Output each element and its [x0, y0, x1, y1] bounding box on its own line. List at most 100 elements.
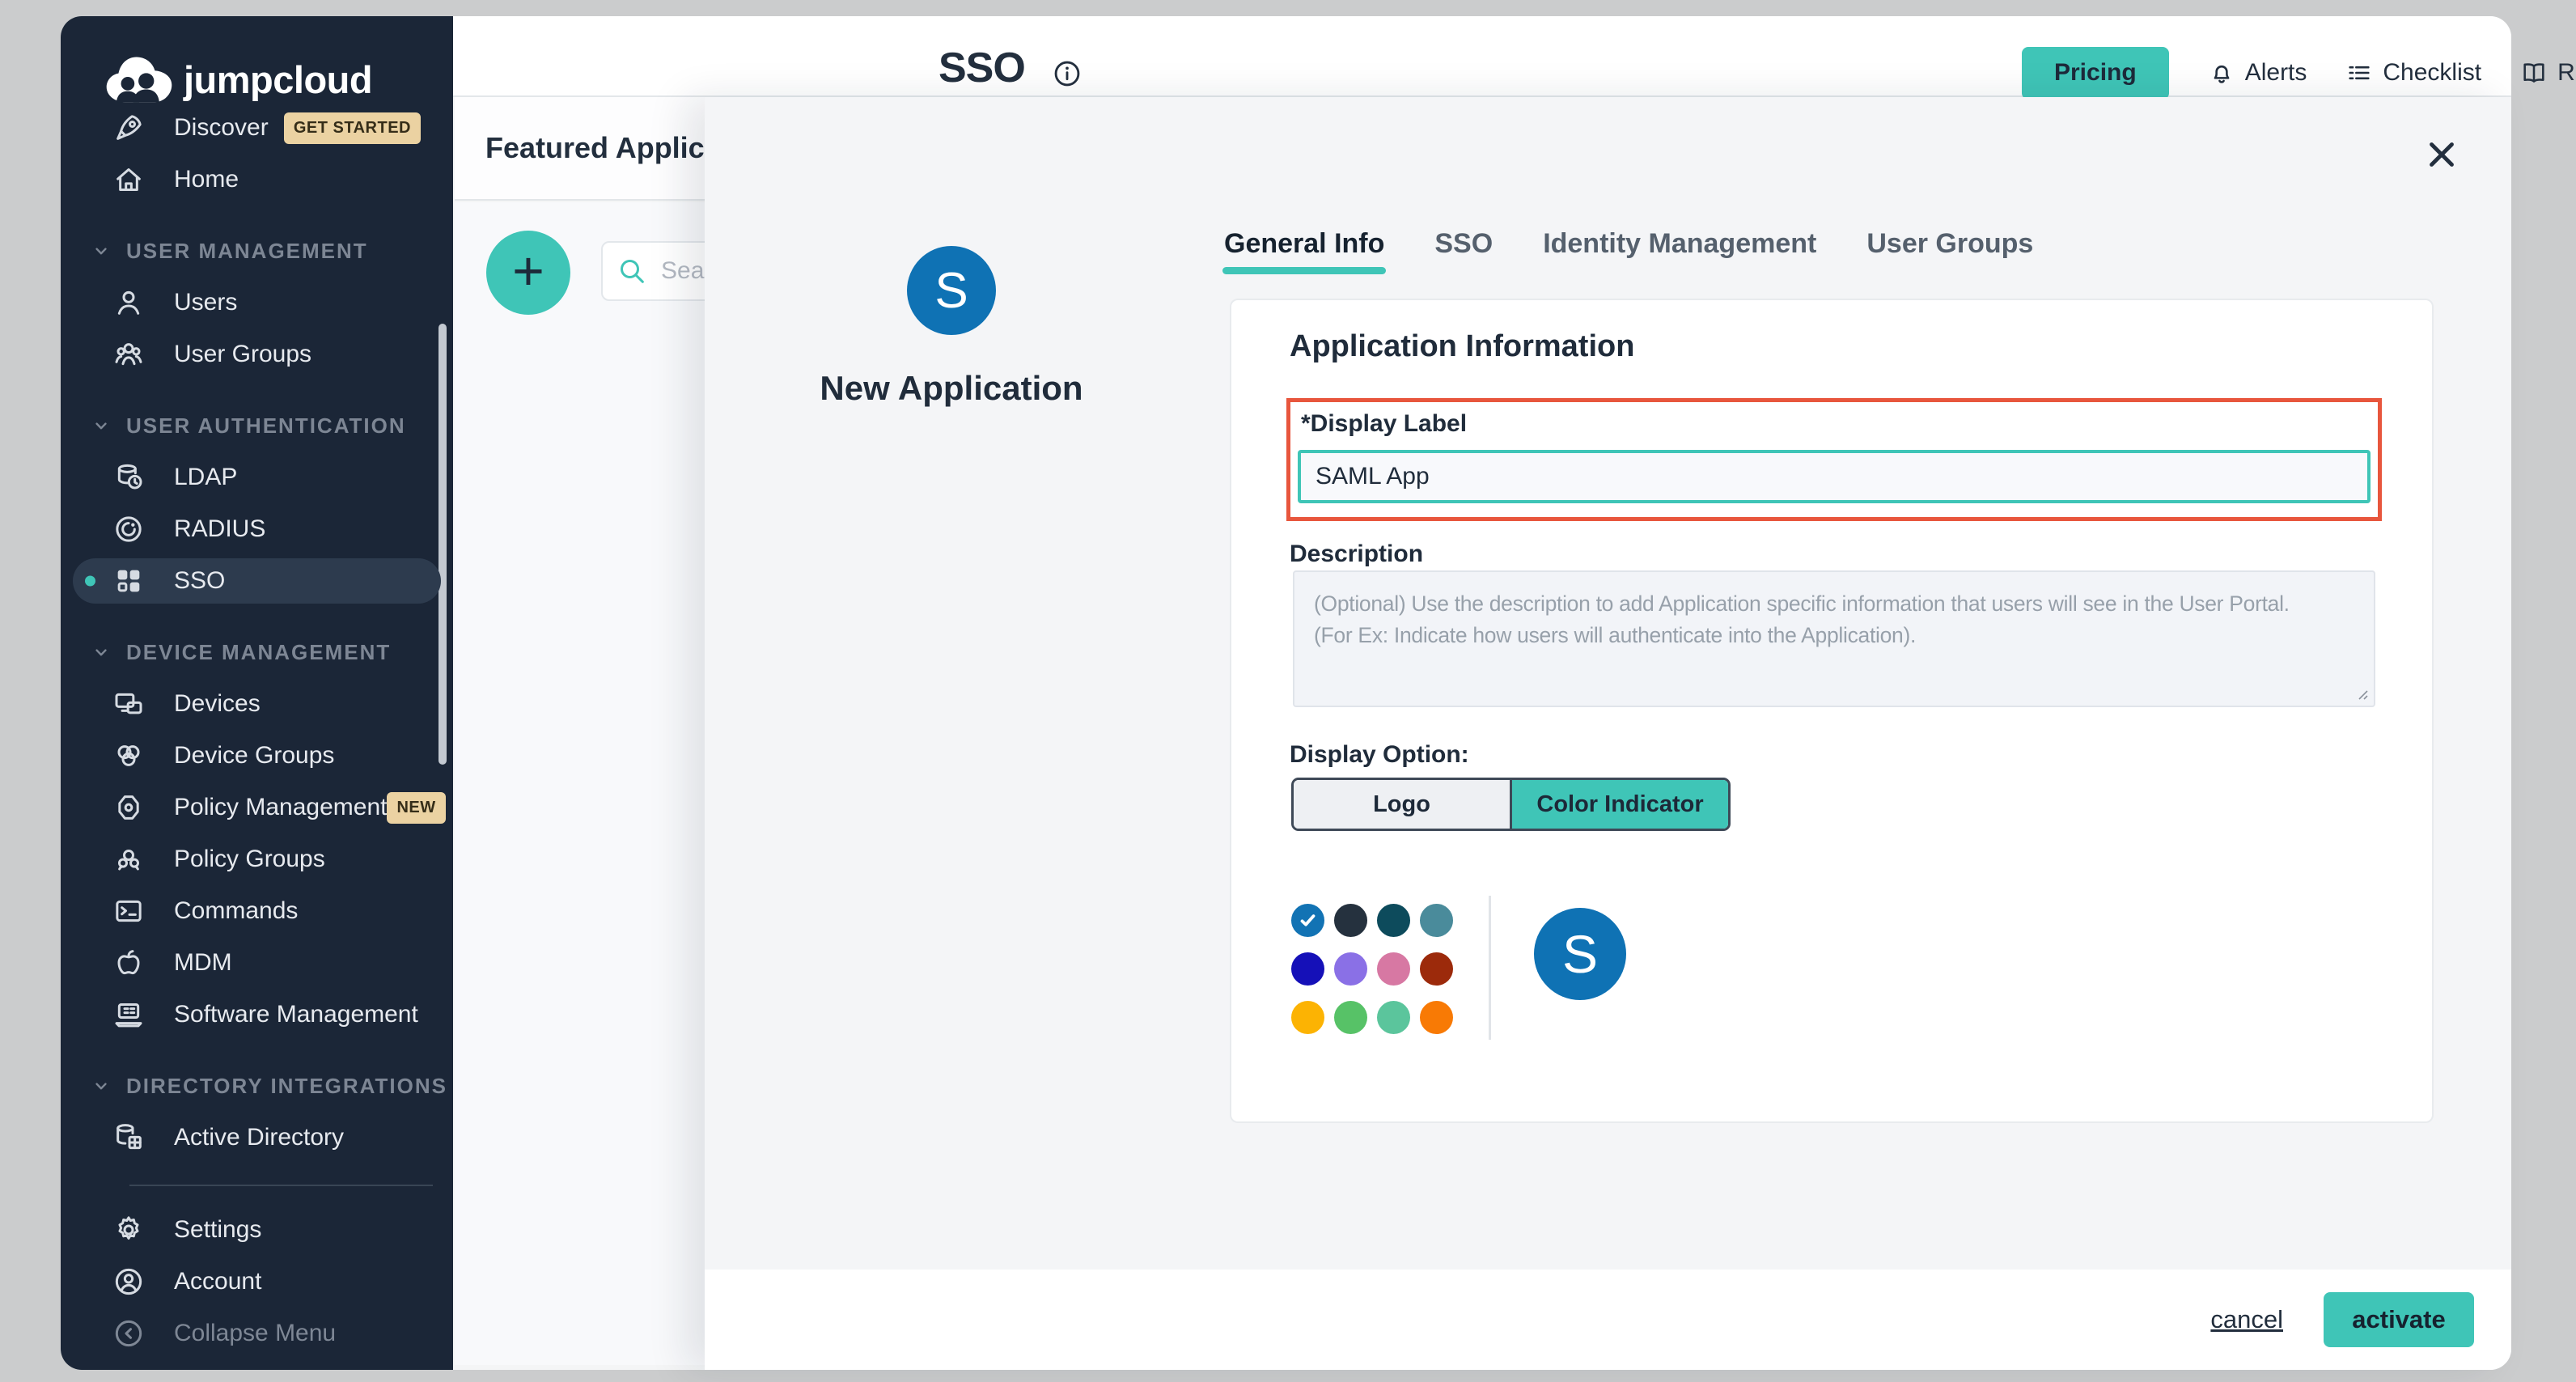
color-swatch-9[interactable]	[1291, 1001, 1324, 1034]
color-swatch-3[interactable]	[1377, 904, 1410, 937]
sidebar-item-user-groups[interactable]: User Groups	[61, 329, 453, 380]
page-title: SSO	[938, 44, 1025, 92]
sidebar-item-policy-groups[interactable]: Policy Groups	[61, 833, 453, 885]
device-groups-icon	[112, 740, 145, 772]
sso-icon	[112, 565, 145, 597]
color-swatch-8[interactable]	[1420, 952, 1453, 986]
policy-management-icon	[112, 791, 145, 824]
tab-user-groups[interactable]: User Groups	[1866, 228, 2033, 260]
sidebar-item-label: Commands	[174, 897, 298, 925]
sidebar-item-home[interactable]: Home	[61, 154, 453, 206]
sidebar: jumpcloud DiscoverGET STARTED Home USER MA…	[61, 16, 453, 1370]
sidebar-item-active-directory[interactable]: Active Directory	[61, 1112, 453, 1164]
home-icon	[112, 163, 145, 196]
collapse-menu-icon	[112, 1317, 145, 1350]
sidebar-item-account[interactable]: Account	[61, 1256, 453, 1308]
sidebar-item-collapse-menu[interactable]: Collapse Menu	[61, 1308, 453, 1359]
header-nav-checklist[interactable]: Checklist	[2345, 59, 2481, 87]
new-badge: NEW	[387, 792, 445, 824]
header-nav-alerts[interactable]: Alerts	[2208, 59, 2307, 87]
tab-sso[interactable]: SSO	[1434, 228, 1493, 260]
display-label-label: *Display Label	[1301, 410, 1467, 438]
search-icon	[616, 255, 648, 287]
account-icon	[112, 1265, 145, 1298]
header-nav-resources[interactable]: Resources	[2520, 59, 2576, 87]
display-label-highlight: *Display Label	[1286, 398, 2382, 521]
rocket-icon	[112, 112, 145, 144]
sidebar-divider	[129, 1185, 433, 1186]
settings-icon	[112, 1214, 145, 1246]
close-icon[interactable]	[2421, 134, 2462, 175]
display-option-color-indicator[interactable]: Color Indicator	[1510, 780, 1728, 829]
chevron-down-icon	[91, 642, 112, 663]
applications-panel: +	[455, 202, 705, 1365]
cancel-button[interactable]: cancel	[2210, 1305, 2283, 1334]
sidebar-section-directory-integrations[interactable]: DIRECTORY INTEGRATIONS	[61, 1060, 453, 1112]
display-label-input[interactable]	[1298, 450, 2371, 503]
sidebar-item-settings[interactable]: Settings	[61, 1204, 453, 1256]
sidebar-item-mdm[interactable]: MDM	[61, 937, 453, 989]
sidebar-item-ldap[interactable]: LDAP	[61, 451, 453, 503]
sidebar-item-policy-management[interactable]: Policy ManagementNEW	[61, 782, 453, 833]
sidebar-section-device-management[interactable]: DEVICE MANAGEMENT	[61, 626, 453, 678]
search-input[interactable]	[659, 256, 705, 286]
activate-button[interactable]: activate	[2324, 1292, 2474, 1347]
new-application-icon: S	[907, 246, 996, 335]
featured-applications-title: Featured Applications	[485, 131, 705, 165]
color-swatch-1[interactable]	[1291, 904, 1324, 937]
software-management-icon	[112, 998, 145, 1031]
sidebar-item-users[interactable]: Users	[61, 277, 453, 329]
color-swatch-12[interactable]	[1420, 1001, 1453, 1034]
color-swatch-7[interactable]	[1377, 952, 1410, 986]
sidebar-section-user-management[interactable]: USER MANAGEMENT	[61, 225, 453, 277]
sidebar-item-label: Settings	[174, 1216, 261, 1244]
chevron-down-icon	[91, 240, 112, 261]
color-swatch-6[interactable]	[1334, 952, 1367, 986]
header-bar: SSO PricingAlertsChecklistResourcesSuppo…	[453, 16, 2511, 97]
application-info-card: Application Information *Display Label D…	[1230, 299, 2434, 1123]
sidebar-item-label: Collapse Menu	[174, 1320, 336, 1347]
color-swatch-10[interactable]	[1334, 1001, 1367, 1034]
display-option-logo[interactable]: Logo	[1294, 780, 1510, 829]
sidebar-item-label: User Groups	[174, 341, 311, 368]
modal-tabs: General Info SSO Identity Management User G…	[1224, 228, 2033, 260]
tab-general-info[interactable]: General Info	[1224, 228, 1384, 260]
active-directory-icon	[112, 1121, 145, 1154]
jumpcloud-wordmark: jumpcloud	[184, 57, 372, 102]
color-swatch-5[interactable]	[1291, 952, 1324, 986]
policy-groups-icon	[112, 843, 145, 875]
sidebar-item-devices[interactable]: Devices	[61, 678, 453, 730]
header-nav-label: Checklist	[2383, 59, 2481, 87]
info-icon[interactable]	[1052, 58, 1083, 89]
resize-handle-icon[interactable]	[2354, 686, 2369, 701]
preview-letter: S	[1562, 923, 1598, 985]
pricing-button[interactable]: Pricing	[2022, 47, 2169, 100]
devices-icon	[112, 688, 145, 720]
check-icon	[1297, 909, 1319, 931]
search-box	[601, 241, 705, 301]
sidebar-item-label: Policy Management	[174, 794, 387, 821]
sidebar-item-label: Home	[174, 166, 239, 193]
checklist-icon	[2345, 59, 2373, 87]
sidebar-item-label: Users	[174, 289, 237, 316]
color-swatch-2[interactable]	[1334, 904, 1367, 937]
sidebar-item-device-groups[interactable]: Device Groups	[61, 730, 453, 782]
sidebar-section-label: DIRECTORY INTEGRATIONS	[126, 1074, 447, 1099]
sidebar-item-commands[interactable]: Commands	[61, 885, 453, 937]
sidebar-item-label: Software Management	[174, 1001, 418, 1028]
add-application-button[interactable]: +	[486, 231, 570, 315]
description-label: Description	[1290, 541, 1423, 568]
sidebar-section-user-authentication[interactable]: USER AUTHENTICATION	[61, 400, 453, 451]
color-swatch-4[interactable]	[1420, 904, 1453, 937]
color-swatch-11[interactable]	[1377, 1001, 1410, 1034]
jumpcloud-logo[interactable]: jumpcloud	[104, 55, 372, 104]
description-textarea[interactable]: (Optional) Use the description to add Ap…	[1293, 570, 2375, 707]
sidebar-item-software-management[interactable]: Software Management	[61, 989, 453, 1041]
sidebar-item-sso[interactable]: SSO	[61, 555, 453, 607]
tab-identity-management[interactable]: Identity Management	[1543, 228, 1816, 260]
color-palette	[1291, 904, 1453, 1034]
sidebar-item-radius[interactable]: RADIUS	[61, 503, 453, 555]
sidebar-item-discover[interactable]: DiscoverGET STARTED	[61, 102, 453, 154]
sidebar-item-label: Devices	[174, 690, 261, 718]
chevron-down-icon	[91, 415, 112, 436]
